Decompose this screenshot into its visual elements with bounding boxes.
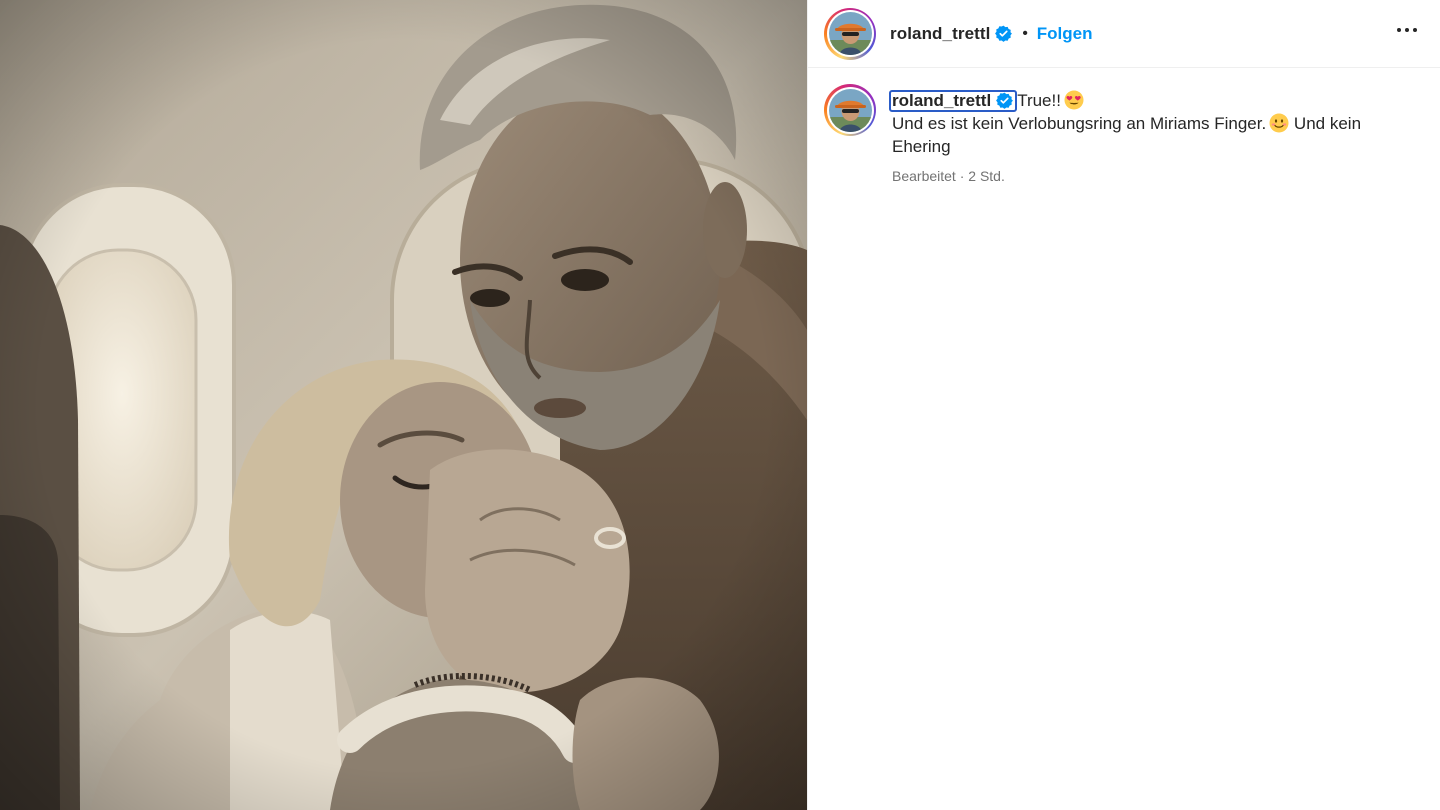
smiling-face-emoji-icon [1269, 113, 1289, 133]
caption-first-text: True!! [1017, 91, 1061, 110]
more-options-icon[interactable] [1395, 18, 1419, 42]
post-details-panel: roland_trettl • Folgen roland_trettl Tru… [807, 0, 1440, 810]
caption-body: roland_trettl True!! Und es ist kein Verl… [889, 84, 1422, 184]
header-username[interactable]: roland_trettl [890, 24, 990, 44]
caption-verified-badge-icon [996, 92, 1014, 109]
avatar-image [828, 12, 872, 55]
post-photo[interactable] [0, 0, 807, 810]
caption-avatar[interactable] [824, 84, 876, 136]
caption-second-line: Und es ist kein Verlobungsring an Miriam… [892, 112, 1422, 158]
post-photo-image [0, 0, 807, 810]
caption-username-link[interactable]: roland_trettl [889, 90, 1018, 112]
header-separator: • [1022, 25, 1028, 42]
follow-button[interactable]: Folgen [1037, 24, 1093, 44]
caption-second-text: Und es ist kein Verlobungsring an Miriam… [892, 114, 1267, 133]
verified-badge-icon [995, 25, 1013, 42]
post-timestamp: Bearbeitet · 2 Std. [892, 168, 1005, 184]
profile-avatar[interactable] [824, 7, 876, 60]
caption-comment: roland_trettl True!! Und es ist kein Verl… [824, 84, 1424, 184]
post-header: roland_trettl • Folgen [808, 0, 1440, 68]
heart-eyes-emoji-icon [1064, 90, 1084, 110]
instagram-post: roland_trettl • Folgen roland_trettl Tru… [0, 0, 1440, 810]
caption-text: roland_trettl True!! [889, 89, 1422, 112]
caption-avatar-image [828, 88, 872, 132]
